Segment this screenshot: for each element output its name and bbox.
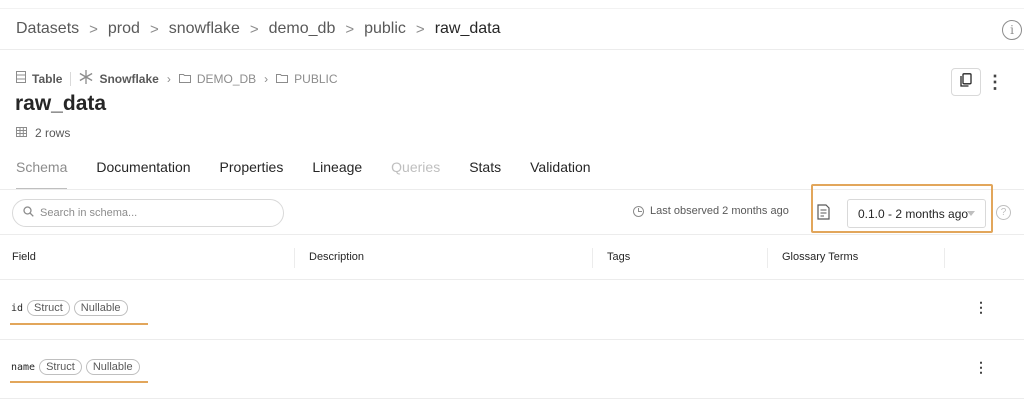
breadcrumb: Datasets > prod > snowflake > demo_db > … [16, 20, 501, 38]
copy-button[interactable] [951, 68, 981, 96]
copy-icon [960, 72, 972, 92]
clock-icon [633, 205, 644, 217]
table-row[interactable]: id Struct Nullable ⋮ [0, 280, 1024, 338]
table-row[interactable]: name Struct Nullable ⋮ [0, 340, 1024, 398]
platform-label[interactable]: Snowflake [99, 72, 158, 86]
table-icon [16, 71, 26, 86]
tab-schema[interactable]: Schema [16, 150, 68, 190]
entity-tabs: Schema Documentation Properties Lineage … [16, 150, 620, 190]
snowflake-icon [79, 70, 93, 87]
column-header-field[interactable]: Field [12, 251, 36, 263]
column-header-glossary-terms[interactable]: Glossary Terms [782, 251, 858, 263]
folder-icon [276, 72, 289, 86]
breadcrumb-item-raw-data: raw_data [434, 20, 501, 37]
schema-search[interactable] [12, 199, 284, 227]
nullable-badge: Nullable [73, 300, 128, 316]
field-cell: id Struct Nullable [11, 300, 132, 316]
entity-type-label: Table [32, 71, 63, 86]
search-input[interactable] [40, 207, 260, 219]
row-divider [0, 398, 1024, 399]
row-count: 2 rows [16, 126, 70, 140]
tab-documentation[interactable]: Documentation [96, 150, 190, 190]
column-divider [767, 248, 768, 268]
caret-down-icon [967, 211, 975, 216]
tab-queries: Queries [391, 159, 441, 175]
entity-meta: Table Snowflake › DEMO_DB › PUBLIC [16, 70, 338, 87]
search-icon [23, 206, 34, 220]
chevron-right-icon: › [166, 71, 171, 86]
row-more-options-icon[interactable]: ⋮ [974, 299, 988, 316]
folder-icon [178, 72, 191, 86]
breadcrumb-separator: > [89, 20, 98, 38]
table-header: Field Description Tags Glossary Terms [0, 240, 1024, 278]
page-title: raw_data [15, 92, 107, 115]
breadcrumb-item-demo-db[interactable]: demo_db [269, 20, 336, 38]
field-name: name [11, 361, 36, 373]
breadcrumb-item-snowflake[interactable]: snowflake [169, 20, 240, 38]
breadcrumb-separator: > [415, 20, 425, 38]
breadcrumb-separator: > [149, 20, 159, 38]
type-badge: Struct [39, 359, 82, 375]
highlight-underline [10, 323, 148, 325]
last-observed: Last observed 2 months ago [633, 205, 789, 217]
column-divider [944, 248, 945, 268]
schema-blame-icon[interactable] [817, 204, 831, 220]
column-divider [294, 248, 295, 268]
more-options-icon[interactable]: ⋮ [986, 70, 1004, 94]
column-divider [592, 248, 593, 268]
version-select[interactable]: 0.1.0 - 2 months ago [847, 199, 986, 228]
tab-validation[interactable]: Validation [530, 150, 590, 190]
tab-stats[interactable]: Stats [469, 150, 501, 190]
breadcrumb-item-public[interactable]: public [364, 20, 406, 38]
column-header-description[interactable]: Description [309, 251, 364, 263]
help-icon[interactable]: ? [996, 205, 1011, 220]
breadcrumb-separator: > [345, 20, 355, 38]
grid-icon [16, 126, 27, 140]
last-observed-label: Last observed 2 months ago [650, 205, 789, 217]
field-cell: name Struct Nullable [11, 359, 144, 375]
chevron-right-icon: › [264, 71, 269, 86]
column-header-tags[interactable]: Tags [607, 251, 630, 263]
field-name: id [11, 302, 24, 314]
type-badge: Struct [27, 300, 70, 316]
table-top-divider [0, 234, 1024, 235]
tab-properties[interactable]: Properties [220, 150, 284, 190]
nullable-badge: Nullable [85, 359, 140, 375]
meta-divider [70, 71, 72, 86]
breadcrumb-separator: > [249, 20, 259, 38]
breadcrumb-item-datasets[interactable]: Datasets [16, 20, 79, 38]
container-demo-db[interactable]: DEMO_DB [197, 72, 256, 86]
container-public[interactable]: PUBLIC [294, 72, 337, 86]
highlight-underline [10, 381, 148, 383]
row-count-label: 2 rows [35, 126, 71, 140]
row-more-options-icon[interactable]: ⋮ [974, 359, 988, 376]
breadcrumb-item-prod[interactable]: prod [108, 20, 140, 38]
top-breadcrumb-bar: Datasets > prod > snowflake > demo_db > … [0, 8, 1024, 50]
version-selected-value: 0.1.0 - 2 months ago [858, 206, 969, 221]
tab-lineage[interactable]: Lineage [312, 150, 362, 190]
info-icon[interactable]: i [1002, 20, 1022, 40]
